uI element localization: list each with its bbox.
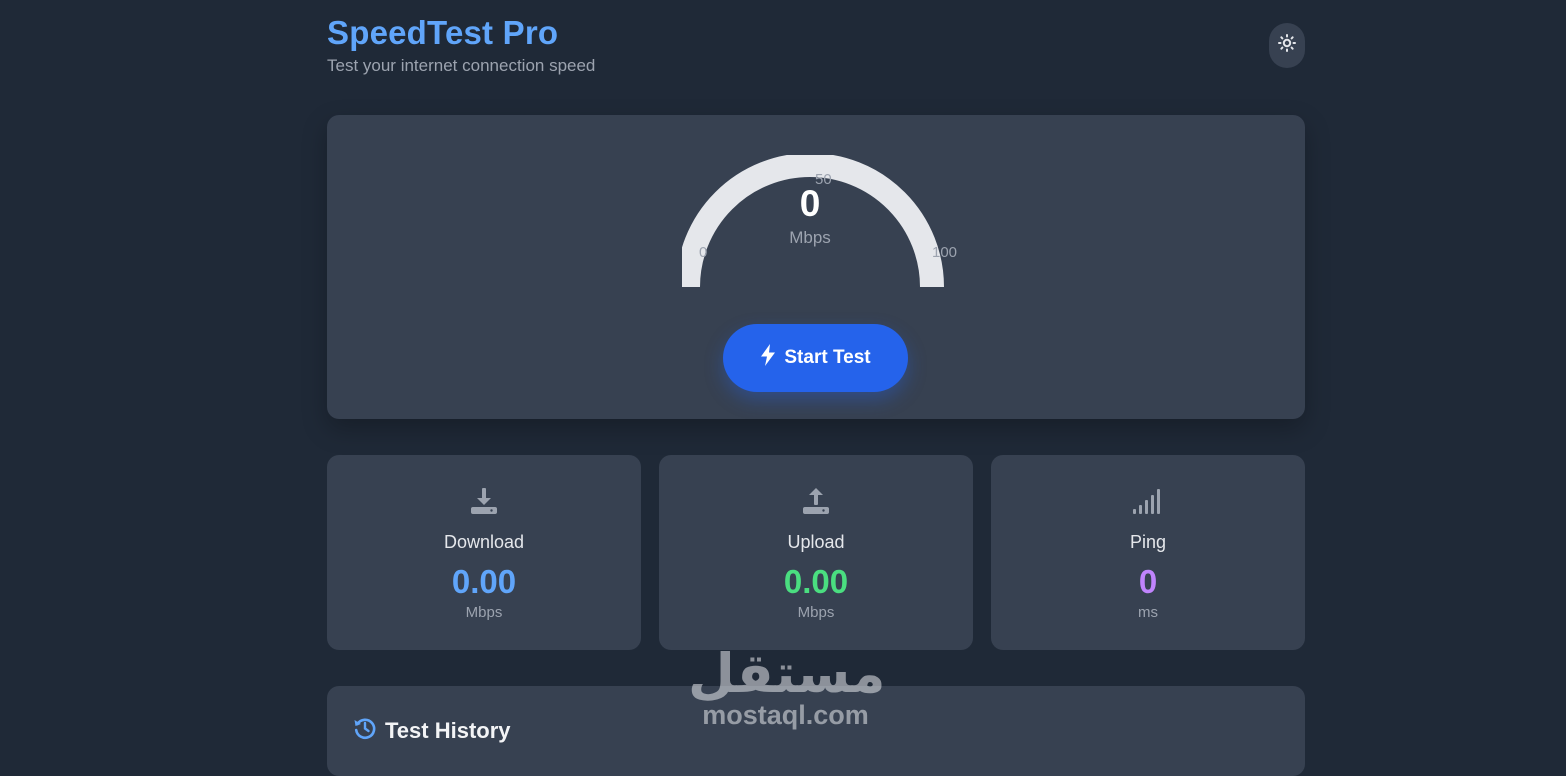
stats-row: Download 0.00 Mbps Upload 0.00 Mbps Ping… bbox=[327, 455, 1305, 650]
header: SpeedTest Pro Test your internet connect… bbox=[327, 0, 1305, 110]
app-container: SpeedTest Pro Test your internet connect… bbox=[327, 0, 1305, 776]
current-speed-value: 0 bbox=[799, 183, 821, 224]
start-test-label: Start Test bbox=[784, 347, 871, 368]
history-icon bbox=[353, 716, 377, 746]
upload-unit: Mbps bbox=[797, 604, 835, 621]
test-history-card: Test History bbox=[327, 686, 1305, 776]
speed-gauge-card: 0 50 100 0 Mbps Start Test bbox=[327, 115, 1305, 419]
ping-value: 0 bbox=[1138, 563, 1158, 600]
start-test-button[interactable]: Start Test bbox=[723, 324, 908, 392]
speed-gauge: 0 50 100 0 Mbps bbox=[682, 155, 962, 295]
upload-icon bbox=[659, 487, 973, 515]
sun-icon bbox=[1277, 33, 1297, 58]
upload-label: Upload bbox=[787, 532, 845, 552]
test-history-heading: Test History bbox=[353, 716, 511, 746]
download-value: 0.00 bbox=[451, 563, 517, 600]
app-subtitle: Test your internet connection speed bbox=[327, 56, 596, 75]
download-unit: Mbps bbox=[465, 604, 503, 621]
ping-card: Ping 0 ms bbox=[991, 455, 1305, 650]
ping-unit: ms bbox=[1138, 604, 1158, 621]
current-speed-unit: Mbps bbox=[789, 228, 831, 247]
download-icon bbox=[327, 487, 641, 515]
upload-value: 0.00 bbox=[783, 563, 849, 600]
app-title: SpeedTest Pro bbox=[327, 14, 559, 51]
signal-icon bbox=[991, 487, 1305, 515]
ping-label: Ping bbox=[1129, 532, 1167, 552]
upload-card: Upload 0.00 Mbps bbox=[659, 455, 973, 650]
bolt-icon bbox=[760, 344, 776, 372]
theme-toggle-button[interactable] bbox=[1269, 23, 1305, 68]
test-history-title: Test History bbox=[385, 718, 511, 743]
download-card: Download 0.00 Mbps bbox=[327, 455, 641, 650]
download-label: Download bbox=[443, 532, 525, 552]
